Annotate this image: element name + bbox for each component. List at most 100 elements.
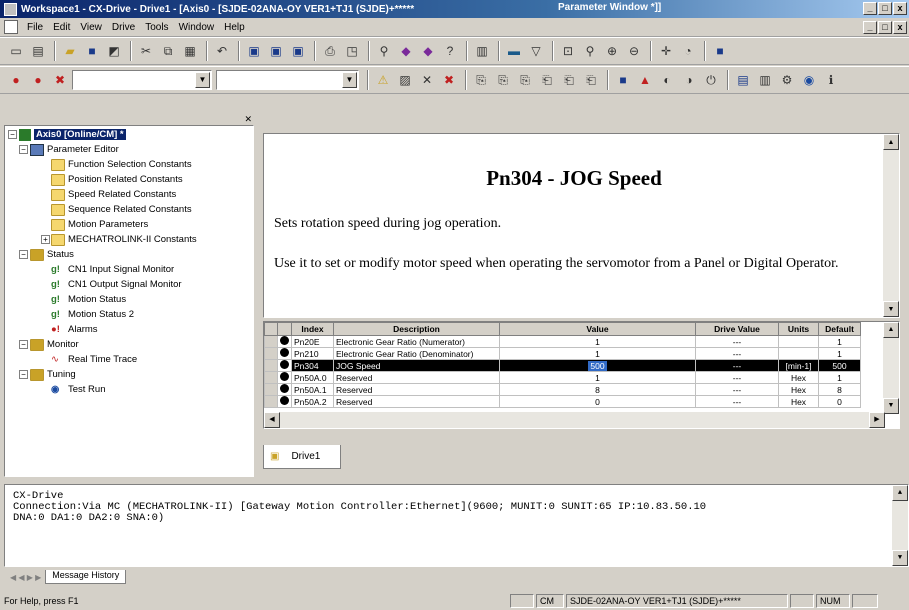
- collapse-icon[interactable]: −: [19, 370, 28, 379]
- tree-item-sequence-related[interactable]: Sequence Related Constants: [51, 202, 192, 217]
- cursor-icon[interactable]: ◔: [678, 41, 698, 61]
- tree-item-motion-status[interactable]: ɡ! Motion Status: [51, 292, 126, 307]
- collapse-icon[interactable]: −: [8, 130, 17, 139]
- upload-icon[interactable]: ▲: [635, 70, 655, 90]
- scroll-right-icon[interactable]: ▶: [869, 412, 885, 428]
- paste-icon[interactable]: ▦: [180, 41, 200, 61]
- help-icon[interactable]: ?: [440, 41, 460, 61]
- minimize-button[interactable]: _: [863, 2, 877, 15]
- print-icon[interactable]: ⎙: [320, 41, 340, 61]
- menu-file[interactable]: File: [22, 22, 48, 33]
- help-scrollbar[interactable]: ▲ ▼: [883, 134, 899, 317]
- menu-edit[interactable]: Edit: [48, 22, 75, 33]
- axis-select[interactable]: ▼: [216, 70, 359, 90]
- zoom-tool-icon[interactable]: ⚲: [580, 41, 600, 61]
- output-scrollbar[interactable]: ▲ ▼: [892, 485, 908, 566]
- cell-value[interactable]: 1: [499, 371, 696, 384]
- tree-item-speed-related[interactable]: Speed Related Constants: [51, 187, 176, 202]
- table-row[interactable]: Pn50A.0 Reserved 1 --- Hex 1: [264, 371, 861, 384]
- mdi-minimize-button[interactable]: _: [863, 21, 877, 34]
- menu-window[interactable]: Window: [174, 22, 220, 33]
- chevron-down-icon[interactable]: ▼: [342, 72, 357, 88]
- maximize-button[interactable]: □: [878, 2, 892, 15]
- expand-icon[interactable]: +: [41, 235, 50, 244]
- cell-value[interactable]: 1: [499, 347, 696, 360]
- param-icon-3[interactable]: ⎘: [515, 70, 535, 90]
- find-icon[interactable]: ⚲: [374, 41, 394, 61]
- monitor-icon[interactable]: ▬: [504, 41, 524, 61]
- graph-icon[interactable]: ▥: [755, 70, 775, 90]
- column-header-default[interactable]: Default: [818, 322, 861, 336]
- table-row[interactable]: Pn50A.1 Reserved 8 --- Hex 8: [264, 383, 861, 396]
- menu-tools[interactable]: Tools: [140, 22, 173, 33]
- zoom-in-icon[interactable]: ⊕: [602, 41, 622, 61]
- cell-value[interactable]: 1: [499, 335, 696, 348]
- save-icon[interactable]: ■: [82, 41, 102, 61]
- tree-item-cn1-input[interactable]: ɡ! CN1 Input Signal Monitor: [51, 262, 174, 277]
- param-icon-1[interactable]: ⎘: [471, 70, 491, 90]
- param-icon-2[interactable]: ⎘: [493, 70, 513, 90]
- crosshair-icon[interactable]: ✛: [656, 41, 676, 61]
- warning-icon[interactable]: ⚠: [373, 70, 393, 90]
- new-icon[interactable]: ▭: [6, 41, 26, 61]
- window-icon-1[interactable]: ▣: [244, 41, 264, 61]
- menu-help[interactable]: Help: [219, 22, 250, 33]
- tree-item-parameter-editor[interactable]: Parameter Editor: [30, 142, 119, 157]
- copy-icon[interactable]: ⧉: [158, 41, 178, 61]
- tree-item-position-related[interactable]: Position Related Constants: [51, 172, 183, 187]
- zoom-fit-icon[interactable]: ⊡: [558, 41, 578, 61]
- mdi-close-button[interactable]: x: [893, 21, 907, 34]
- download-icon[interactable]: ■: [613, 70, 633, 90]
- table-row[interactable]: Pn50A.2 Reserved 0 --- Hex 0: [264, 395, 861, 408]
- info-icon[interactable]: ℹ: [821, 70, 841, 90]
- scroll-left-icon[interactable]: ◀: [264, 412, 280, 428]
- test-run-icon[interactable]: ◉: [799, 70, 819, 90]
- cell-value[interactable]: 8: [499, 383, 696, 396]
- grid-horizontal-scrollbar[interactable]: ◀ ▶: [264, 412, 885, 428]
- scroll-up-icon[interactable]: ▲: [892, 485, 908, 501]
- tool-icon-a[interactable]: ◆: [396, 41, 416, 61]
- column-header-description[interactable]: Description: [333, 322, 500, 336]
- param-icon-5[interactable]: ⎗: [559, 70, 579, 90]
- menu-drive[interactable]: Drive: [107, 22, 140, 33]
- filter-icon[interactable]: ▽: [526, 41, 546, 61]
- collapse-icon[interactable]: −: [19, 145, 28, 154]
- scroll-down-icon[interactable]: ▼: [883, 301, 899, 317]
- column-header-units[interactable]: Units: [778, 322, 819, 336]
- menu-view[interactable]: View: [75, 22, 107, 33]
- cell-value[interactable]: 0: [499, 395, 696, 408]
- close-icon[interactable]: ✕: [244, 114, 252, 125]
- tab-message-history[interactable]: Message History: [45, 570, 127, 584]
- new-drive-icon[interactable]: ▤: [28, 41, 48, 61]
- tree-item-real-time-trace[interactable]: ∿ Real Time Trace: [51, 352, 137, 367]
- column-header-drive-value[interactable]: Drive Value: [695, 322, 779, 336]
- tree-item-tuning[interactable]: Tuning: [30, 367, 76, 382]
- undo-icon[interactable]: ↶: [212, 41, 232, 61]
- value-edit-field[interactable]: 500: [588, 360, 607, 371]
- chevron-down-icon[interactable]: ▼: [195, 72, 210, 88]
- window-icon-3[interactable]: ▣: [288, 41, 308, 61]
- mdi-restore-button[interactable]: □: [878, 21, 892, 34]
- window-icon-2[interactable]: ▣: [266, 41, 286, 61]
- disconnect-icon[interactable]: ●: [28, 70, 48, 90]
- tree-item-test-run[interactable]: ◉ Test Run: [51, 382, 106, 397]
- close-button[interactable]: x: [893, 2, 907, 15]
- trace-icon[interactable]: ▤: [733, 70, 753, 90]
- grid-icon[interactable]: ▥: [472, 41, 492, 61]
- chart-icon[interactable]: ■: [710, 41, 730, 61]
- tree-item-motion-status-2[interactable]: ɡ! Motion Status 2: [51, 307, 134, 322]
- edit-icon[interactable]: ▨: [395, 70, 415, 90]
- servo-icon[interactable]: ◑: [679, 70, 699, 90]
- tree-item-monitor[interactable]: Monitor: [30, 337, 79, 352]
- tab-drive1[interactable]: ▣ Drive1: [263, 445, 341, 469]
- grid-vertical-scrollbar[interactable]: ▲ ▼: [883, 322, 899, 414]
- print-preview-icon[interactable]: ◳: [342, 41, 362, 61]
- tool-icon-b[interactable]: ◆: [418, 41, 438, 61]
- power-icon[interactable]: ⏻: [701, 70, 721, 90]
- column-header-index[interactable]: Index: [291, 322, 334, 336]
- tree-item-function-selection[interactable]: Function Selection Constants: [51, 157, 192, 172]
- zoom-out-icon[interactable]: ⊖: [624, 41, 644, 61]
- tab-nav-icons[interactable]: ◀ ◀ ▶ ▶: [10, 573, 41, 582]
- tree-item-motion-parameters[interactable]: Motion Parameters: [51, 217, 148, 232]
- delete-icon[interactable]: ✖: [439, 70, 459, 90]
